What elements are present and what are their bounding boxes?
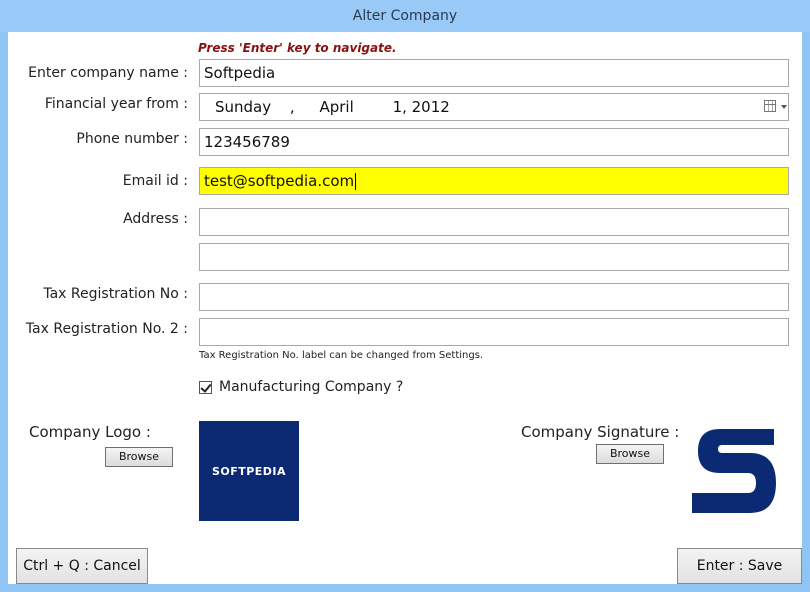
browse-signature-button[interactable]: Browse <box>596 444 664 464</box>
phone-label: Phone number : <box>76 131 188 147</box>
date-day-year: 1, 2012 <box>392 98 450 116</box>
logo-text: SOFTPEDIA <box>211 464 287 478</box>
address-label: Address : <box>123 211 188 227</box>
email-label: Email id : <box>122 173 188 189</box>
tax-registration-input[interactable] <box>199 283 789 311</box>
email-input[interactable]: test@softpedia.com <box>199 167 789 195</box>
manufacturing-checkbox-label[interactable]: Manufacturing Company ? <box>219 379 403 395</box>
date-separator: , <box>289 98 295 116</box>
text-caret <box>355 173 357 190</box>
navigation-hint: Press 'Enter' key to navigate. <box>198 41 397 55</box>
address-line1-input[interactable] <box>199 208 789 236</box>
manufacturing-checkbox[interactable] <box>199 381 212 394</box>
company-name-input[interactable]: Softpedia <box>199 59 789 87</box>
email-value: test@softpedia.com <box>204 172 355 190</box>
form-panel: Press 'Enter' key to navigate. Enter com… <box>8 32 802 584</box>
phone-input[interactable]: 123456789 <box>199 128 789 156</box>
tax-registration-2-input[interactable] <box>199 318 789 346</box>
tax-label-note: Tax Registration No. label can be change… <box>199 350 484 361</box>
address-line2-input[interactable] <box>199 243 789 271</box>
date-month: April <box>319 98 354 116</box>
company-signature-image <box>692 429 776 513</box>
financial-year-label: Financial year from : <box>44 96 188 112</box>
company-logo-image: SOFTPEDIA <box>199 421 299 521</box>
date-weekday: Sunday <box>215 98 272 116</box>
company-signature-label: Company Signature : <box>521 423 680 441</box>
company-logo-label: Company Logo : <box>29 423 151 441</box>
financial-year-date-picker[interactable]: Sunday , April 1, 2012 <box>199 93 789 121</box>
save-button[interactable]: Enter : Save <box>677 548 802 584</box>
browse-logo-button[interactable]: Browse <box>105 447 173 467</box>
tax-registration-label: Tax Registration No : <box>43 286 188 302</box>
chevron-down-icon[interactable] <box>781 105 787 109</box>
calendar-icon[interactable] <box>764 100 776 112</box>
window-title: Alter Company <box>0 0 810 32</box>
tax-registration-2-label: Tax Registration No. 2 : <box>25 321 188 337</box>
cancel-button[interactable]: Ctrl + Q : Cancel <box>16 548 148 584</box>
company-name-label: Enter company name : <box>28 65 188 81</box>
